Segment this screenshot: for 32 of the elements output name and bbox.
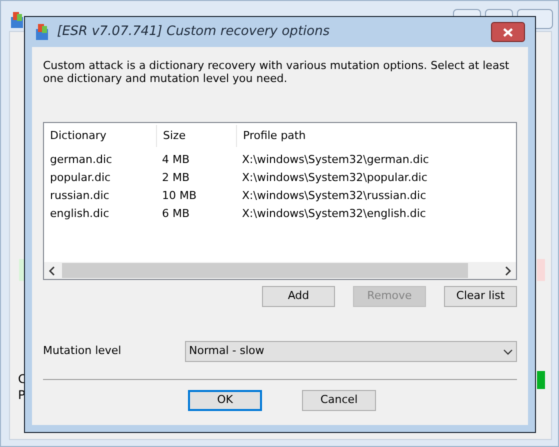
mutation-level-dropdown[interactable]: Normal - slow [185,341,517,362]
scrollbar-thumb[interactable] [62,263,468,278]
table-cell-text: 2 MB [161,170,191,186]
table-cell-text: popular.dic [49,170,112,186]
close-button[interactable] [491,22,525,42]
table-cell-text: 10 MB [161,188,198,204]
window-title: [ESR v7.07.741] Custom recovery options [57,23,330,42]
column-header[interactable]: Size [156,125,236,147]
table-cell-text: english.dic [49,206,110,222]
scroll-left-icon[interactable] [48,266,56,276]
table-cell-text: X:\windows\System32\english.dic [241,206,427,222]
status-strip [537,259,545,281]
cancel-button[interactable]: Cancel [302,390,376,411]
mutation-level-label: Mutation level [43,343,122,360]
table-cell-text: X:\windows\System32\popular.dic [241,170,428,186]
clear-list-button[interactable]: Clear list [444,286,517,307]
table-cell-text: X:\windows\System32\german.dic [241,152,430,168]
add-button[interactable]: Add [262,286,335,307]
description: Custom attack is a dictionary recovery with various mutation options. Select at least one dictionary and mutation level you need. [43,59,510,85]
horizontal-scrollbar[interactable] [44,262,516,279]
table-cell-text: russian.dic [49,188,110,204]
table-cell-text: X:\windows\System32\russian.dic [241,188,428,204]
app-icon [10,11,24,29]
ok-button[interactable]: OK [188,390,262,411]
table-cell-text: 4 MB [161,152,191,168]
table-cell-text: german.dic [49,152,114,168]
app-icon [35,23,49,41]
table-cell-text: 6 MB [161,206,191,222]
close-icon [503,28,513,36]
scroll-right-icon[interactable] [504,266,512,276]
column-header[interactable]: Profile path [236,125,516,147]
column-header[interactable]: Dictionary [44,125,156,147]
